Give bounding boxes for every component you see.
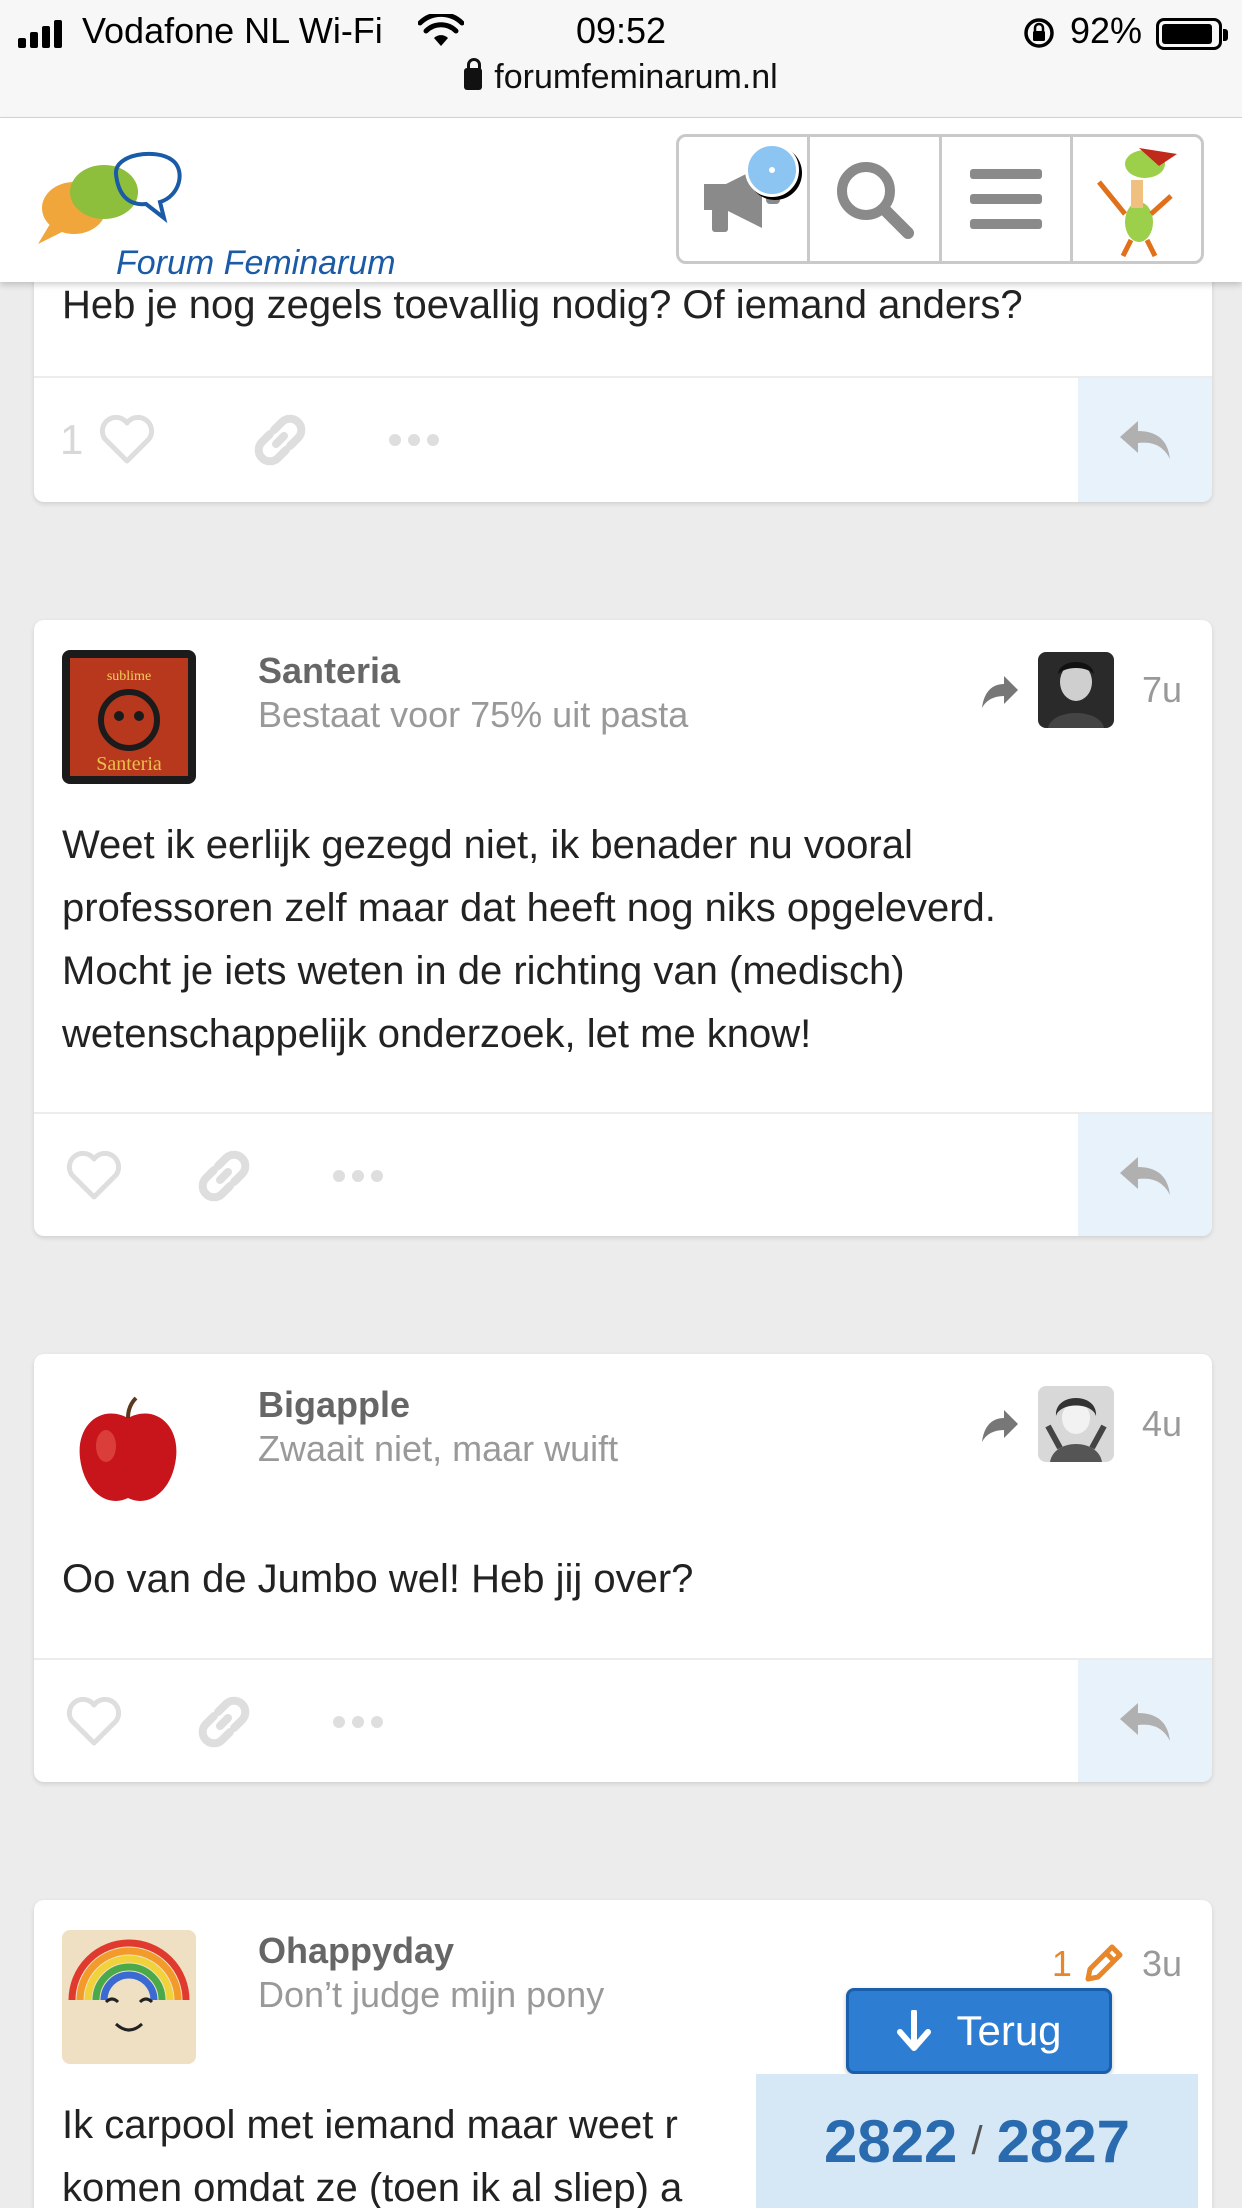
- reply-to-icon[interactable]: [980, 670, 1020, 710]
- search-button[interactable]: [810, 137, 942, 261]
- post-body: Weet ik eerlijk gezegd niet, ik benader …: [62, 814, 996, 1066]
- more-options-button[interactable]: [332, 1694, 384, 1750]
- header-icons: [676, 134, 1204, 264]
- frog-avatar-icon: [1096, 148, 1177, 258]
- ellipsis-icon: [333, 1170, 383, 1182]
- heart-icon: [100, 415, 155, 464]
- post-card: sublime Santeria Santeria Bestaat voor 7…: [34, 620, 1212, 1236]
- notifications-button[interactable]: [679, 137, 811, 261]
- reply-button[interactable]: [1078, 1660, 1212, 1782]
- like-count: 1: [60, 416, 84, 463]
- reply-button[interactable]: [1078, 378, 1212, 502]
- user-title: Don’t judge mijn pony: [258, 1974, 605, 2015]
- post-body-line: Ik carpool met iemand maar weet r: [62, 2103, 678, 2147]
- post-actions: [34, 1112, 1212, 1236]
- heart-icon: [66, 1151, 122, 1200]
- post-card-previous: Heb je nog zegels toevallig nodig? Of ie…: [34, 270, 1212, 502]
- link-icon: [198, 1150, 250, 1202]
- reply-to-avatar[interactable]: [1037, 1386, 1114, 1462]
- lock-icon: [464, 58, 483, 90]
- ellipsis-icon: [389, 434, 439, 446]
- arrow-down-icon: [897, 2010, 932, 2051]
- site-header: Forum Feminarum: [0, 118, 1242, 282]
- post-meta: 4u: [980, 1386, 1182, 1462]
- search-icon: [837, 162, 915, 239]
- hamburger-menu-icon: [969, 169, 1042, 229]
- post-card: Bigapple Zwaait niet, maar wuift 4u Oo v…: [34, 1354, 1212, 1782]
- progress-total: 2827: [996, 2107, 1131, 2175]
- post-body-line: professoren zelf maar dat heeft nog niks…: [62, 886, 996, 930]
- progress-separator: /: [971, 2118, 983, 2163]
- battery-percentage: 92%: [1070, 10, 1143, 51]
- post-actions: [34, 1658, 1212, 1782]
- post-age[interactable]: 7u: [1142, 669, 1182, 711]
- reply-to-avatar[interactable]: [1037, 652, 1114, 728]
- reply-icon: [1120, 421, 1170, 459]
- back-button[interactable]: Terug: [846, 1988, 1112, 2074]
- pencil-icon[interactable]: [1082, 1943, 1124, 1985]
- like-button[interactable]: 1: [60, 412, 155, 468]
- post-age[interactable]: 4u: [1142, 1403, 1182, 1445]
- user-title: Zwaait niet, maar wuift: [258, 1428, 619, 1469]
- avatar-text-top: sublime: [107, 669, 151, 684]
- link-icon: [254, 414, 306, 466]
- progress-current: 2822: [823, 2107, 958, 2175]
- post-body-line: komen omdat ze (toen ik al sliep) a: [62, 2166, 683, 2208]
- status-bar: Vodafone NL Wi-Fi 09:52 92% forumfeminar…: [0, 0, 1242, 118]
- more-options-button[interactable]: [388, 412, 440, 468]
- heart-icon: [66, 1697, 122, 1746]
- share-link-button[interactable]: [252, 412, 308, 468]
- ellipsis-icon: [333, 1716, 383, 1728]
- logo-text: Forum Feminarum: [116, 244, 396, 282]
- post-body: Ik carpool met iemand maar weet r komen …: [62, 2094, 682, 2208]
- avatar[interactable]: sublime Santeria: [62, 650, 196, 784]
- post-age[interactable]: 3u: [1142, 1943, 1182, 1985]
- username[interactable]: Ohappyday: [258, 1930, 454, 1972]
- speech-bubbles-logo-icon: [38, 151, 182, 244]
- site-logo[interactable]: Forum Feminarum: [36, 146, 456, 282]
- user-menu-button[interactable]: [1073, 137, 1201, 261]
- reply-to-icon[interactable]: [980, 1404, 1020, 1444]
- post-body-line: wetenschappelijk onderzoek, let me know!: [62, 1012, 812, 1056]
- orientation-lock-icon: [1024, 18, 1054, 48]
- edit-count[interactable]: 1: [1052, 1943, 1072, 1985]
- url-text: forumfeminarum.nl: [494, 58, 778, 96]
- back-button-label: Terug: [956, 2007, 1062, 2054]
- address-bar[interactable]: forumfeminarum.nl: [0, 58, 1242, 102]
- username[interactable]: Santeria: [258, 650, 400, 692]
- more-options-button[interactable]: [332, 1148, 384, 1204]
- menu-button[interactable]: [942, 137, 1073, 261]
- notification-badge: [745, 143, 799, 197]
- post-body-line: Weet ik eerlijk gezegd niet, ik benader …: [62, 823, 913, 867]
- link-icon: [198, 1696, 250, 1748]
- post-meta: 7u: [980, 652, 1182, 728]
- reply-button[interactable]: [1078, 1114, 1212, 1236]
- user-title: Bestaat voor 75% uit pasta: [258, 694, 689, 735]
- like-button[interactable]: [66, 1694, 122, 1750]
- post-body: Heb je nog zegels toevallig nodig? Of ie…: [62, 283, 1023, 327]
- username[interactable]: Bigapple: [258, 1384, 410, 1426]
- reply-icon: [1120, 1703, 1170, 1741]
- share-link-button[interactable]: [196, 1694, 252, 1750]
- like-button[interactable]: [66, 1148, 122, 1204]
- post-actions: 1: [34, 376, 1212, 502]
- share-link-button[interactable]: [196, 1148, 252, 1204]
- avatar-text-bottom: Santeria: [96, 753, 162, 775]
- reply-icon: [1120, 1157, 1170, 1195]
- post-body: Oo van de Jumbo wel! Heb jij over?: [62, 1548, 693, 1611]
- avatar[interactable]: [62, 1384, 196, 1518]
- battery-icon: [1156, 18, 1228, 50]
- post-body-line: Mocht je iets weten in de richting van (…: [62, 949, 905, 993]
- post-body-line: Oo van de Jumbo wel! Heb jij over?: [62, 1557, 694, 1601]
- avatar[interactable]: [62, 1930, 196, 2064]
- post-progress[interactable]: 2822 / 2827: [756, 2074, 1198, 2208]
